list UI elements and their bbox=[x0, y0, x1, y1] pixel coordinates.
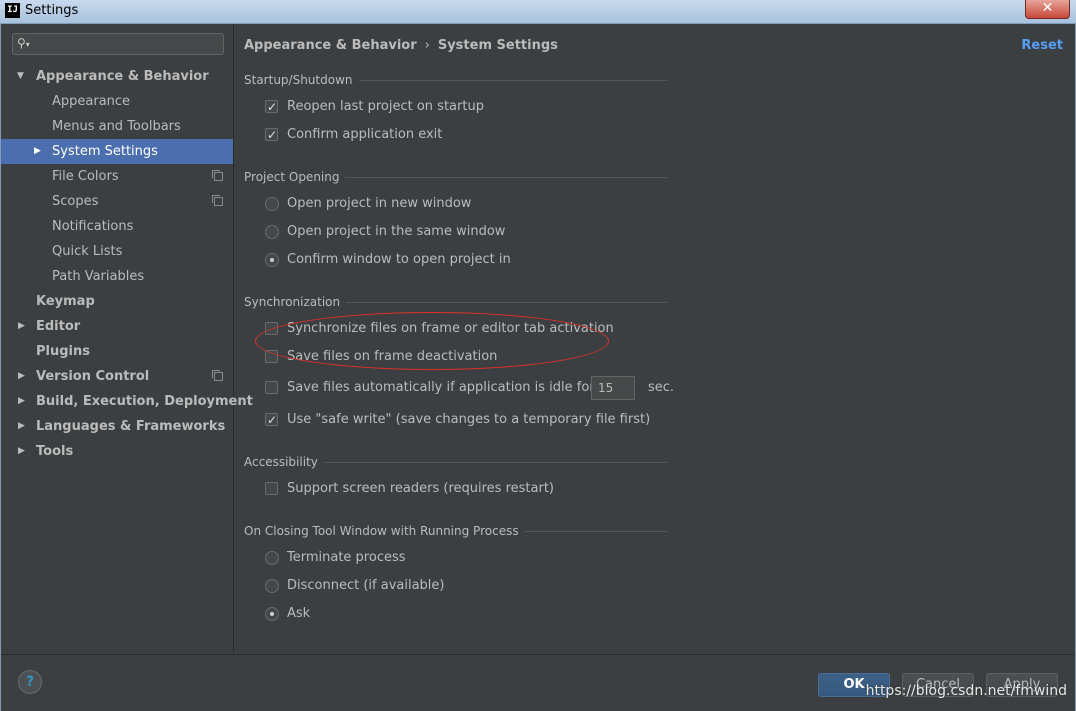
section-title: Startup/Shutdown bbox=[244, 73, 359, 87]
checkbox-checked[interactable] bbox=[265, 97, 278, 117]
tree-item-label: Appearance bbox=[52, 94, 131, 109]
settings-tree: ▼ Appearance & Behavior Appearance Menus… bbox=[1, 64, 253, 464]
tree-item-scopes[interactable]: Scopes bbox=[1, 189, 233, 214]
radio-checked[interactable] bbox=[265, 253, 279, 267]
tree-item-label: Notifications bbox=[52, 219, 134, 234]
tree-item-label: Menus and Toolbars bbox=[52, 119, 181, 134]
collapsed-arrow-icon[interactable]: ▶ bbox=[18, 314, 25, 339]
radio-checked[interactable] bbox=[265, 607, 279, 621]
checkbox-unchecked[interactable] bbox=[265, 381, 278, 394]
search-icon: ⚲ bbox=[17, 36, 30, 50]
help-icon: ? bbox=[25, 674, 35, 690]
section-synchronization: Synchronization bbox=[244, 295, 667, 309]
option-label: Confirm window to open project in bbox=[287, 252, 511, 267]
settings-search-input[interactable]: ⚲ bbox=[12, 33, 224, 55]
project-level-icon bbox=[212, 195, 223, 206]
tree-item-path-variables[interactable]: Path Variables bbox=[1, 264, 233, 289]
window-close-button[interactable]: ✕ bbox=[1025, 0, 1070, 19]
tree-item-languages-frameworks[interactable]: ▶ Languages & Frameworks bbox=[1, 414, 233, 439]
collapsed-arrow-icon[interactable]: ▶ bbox=[18, 414, 25, 439]
option-label: Open project in new window bbox=[287, 196, 472, 211]
breadcrumb-separator: › bbox=[424, 38, 430, 53]
watermark-text: https://blog.csdn.net/fmwind bbox=[865, 683, 1067, 699]
tree-item-label: Appearance & Behavior bbox=[36, 69, 209, 84]
window-title-bar[interactable]: IJ Settings ✕ bbox=[0, 0, 1076, 24]
tree-item-build-execution-deployment[interactable]: ▶ Build, Execution, Deployment bbox=[1, 389, 253, 414]
tree-item-label: Version Control bbox=[36, 369, 150, 384]
tree-item-appearance[interactable]: Appearance bbox=[1, 89, 233, 114]
checkbox-unchecked[interactable] bbox=[265, 322, 278, 335]
section-title: Synchronization bbox=[244, 295, 347, 309]
project-level-icon bbox=[212, 370, 223, 381]
checkbox-unchecked[interactable] bbox=[265, 350, 278, 363]
section-title: Project Opening bbox=[244, 170, 346, 184]
breadcrumb-current: System Settings bbox=[437, 38, 558, 53]
section-startup-shutdown: Startup/Shutdown bbox=[244, 73, 667, 87]
tree-item-label: System Settings bbox=[52, 144, 158, 159]
radio-unchecked[interactable] bbox=[265, 197, 279, 211]
tree-item-file-colors[interactable]: File Colors bbox=[1, 164, 233, 189]
settings-content: Appearance & Behavior › System Settings Re… bbox=[234, 24, 1075, 653]
option-label: Disconnect (if available) bbox=[287, 578, 445, 593]
section-closing-tool-window: On Closing Tool Window with Running Proc… bbox=[244, 524, 667, 538]
tree-item-quick-lists[interactable]: Quick Lists bbox=[1, 239, 233, 264]
close-icon: ✕ bbox=[1041, 0, 1054, 16]
radio-unchecked[interactable] bbox=[265, 225, 279, 239]
option-label: Synchronize files on frame or editor tab… bbox=[287, 321, 614, 336]
option-label: Terminate process bbox=[287, 550, 406, 565]
option-label: Save files automatically if application … bbox=[287, 380, 595, 395]
tree-item-version-control[interactable]: ▶ Version Control bbox=[1, 364, 233, 389]
checkbox-checked[interactable] bbox=[265, 125, 278, 145]
option-label: Support screen readers (requires restart… bbox=[287, 481, 554, 496]
checkbox-checked[interactable] bbox=[265, 410, 278, 430]
option-label: Reopen last project on startup bbox=[287, 99, 484, 114]
idle-unit-label: sec. bbox=[648, 380, 675, 395]
dialog-button-bar: ? OK Cancel Apply https://blog.csdn.net/… bbox=[1, 654, 1075, 711]
tree-item-system-settings[interactable]: ▶ System Settings bbox=[1, 139, 233, 164]
tree-item-tools[interactable]: ▶ Tools bbox=[1, 439, 233, 464]
tree-item-editor[interactable]: ▶ Editor bbox=[1, 314, 233, 339]
tree-item-keymap[interactable]: Keymap bbox=[1, 289, 233, 314]
tree-item-label: Editor bbox=[36, 319, 81, 334]
idle-seconds-input[interactable]: 15 bbox=[591, 376, 635, 400]
tree-item-appearance-behavior[interactable]: ▼ Appearance & Behavior bbox=[1, 64, 233, 89]
collapsed-arrow-icon[interactable]: ▶ bbox=[18, 364, 25, 389]
tree-item-label: Path Variables bbox=[52, 269, 145, 284]
tree-item-menus-toolbars[interactable]: Menus and Toolbars bbox=[1, 114, 233, 139]
tree-item-label: Languages & Frameworks bbox=[36, 419, 226, 434]
tree-item-label: Quick Lists bbox=[52, 244, 123, 259]
section-title: On Closing Tool Window with Running Proc… bbox=[244, 524, 525, 538]
tree-item-plugins[interactable]: Plugins bbox=[1, 339, 233, 364]
reset-link[interactable]: Reset bbox=[1021, 38, 1063, 53]
tree-item-label: Build, Execution, Deployment bbox=[36, 394, 253, 409]
collapsed-arrow-icon[interactable]: ▶ bbox=[18, 439, 25, 464]
option-label: Use "safe write" (save changes to a temp… bbox=[287, 412, 651, 427]
tree-item-label: Keymap bbox=[36, 294, 95, 309]
help-button[interactable]: ? bbox=[18, 670, 42, 694]
checkbox-unchecked[interactable] bbox=[265, 482, 278, 495]
tree-item-label: Scopes bbox=[52, 194, 99, 209]
tree-item-label: File Colors bbox=[52, 169, 119, 184]
collapsed-arrow-icon[interactable]: ▶ bbox=[18, 389, 25, 414]
settings-sidebar: ⚲ ▼ Appearance & Behavior Appearance Men… bbox=[1, 24, 253, 653]
radio-unchecked[interactable] bbox=[265, 579, 279, 593]
project-level-icon bbox=[212, 170, 223, 181]
radio-unchecked[interactable] bbox=[265, 551, 279, 565]
tree-item-label: Plugins bbox=[36, 344, 90, 359]
collapsed-arrow-icon[interactable]: ▶ bbox=[34, 139, 41, 164]
option-label: Confirm application exit bbox=[287, 127, 443, 142]
window-title: Settings bbox=[25, 3, 79, 18]
intellij-app-icon: IJ bbox=[5, 3, 20, 18]
breadcrumb: Appearance & Behavior › System Settings bbox=[244, 38, 558, 53]
tree-item-notifications[interactable]: Notifications bbox=[1, 214, 233, 239]
option-label: Ask bbox=[287, 606, 311, 621]
section-title: Accessibility bbox=[244, 455, 324, 469]
breadcrumb-parent: Appearance & Behavior bbox=[244, 38, 417, 53]
option-label: Open project in the same window bbox=[287, 224, 506, 239]
section-accessibility: Accessibility bbox=[244, 455, 667, 469]
section-project-opening: Project Opening bbox=[244, 170, 667, 184]
tree-item-label: Tools bbox=[36, 444, 74, 459]
option-label: Save files on frame deactivation bbox=[287, 349, 498, 364]
expanded-arrow-icon[interactable]: ▼ bbox=[17, 64, 24, 89]
